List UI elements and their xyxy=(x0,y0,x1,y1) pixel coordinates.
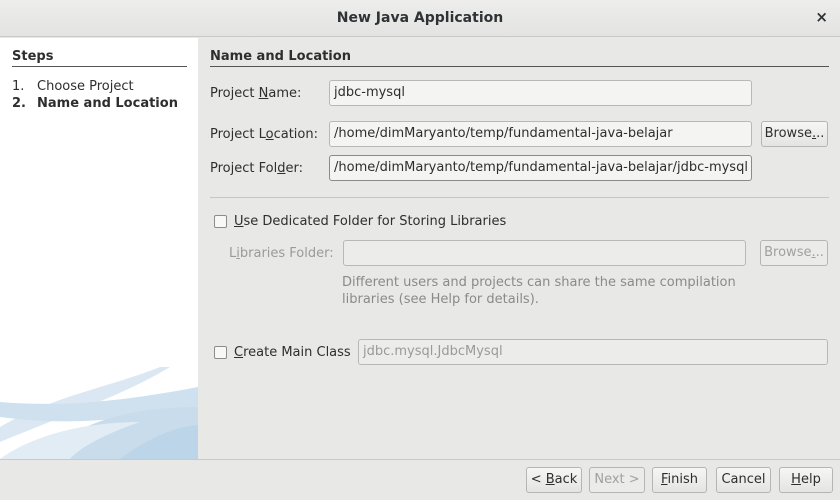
create-main-class-label[interactable]: Create Main Class xyxy=(234,345,351,360)
main-panel: Name and Location Project Name: jdbc-mys… xyxy=(198,38,840,459)
finish-button[interactable]: Finish xyxy=(652,467,707,493)
libraries-folder-label: Libraries Folder: xyxy=(229,246,334,261)
help-button[interactable]: Help xyxy=(779,467,833,493)
libraries-hint-line2: libraries (see Help for details). xyxy=(342,292,539,307)
title-bar: New Java Application × xyxy=(0,0,840,37)
project-folder-label: Project Folder: xyxy=(210,161,303,176)
create-main-class-checkbox[interactable] xyxy=(214,346,227,359)
close-icon[interactable]: × xyxy=(815,8,828,26)
project-location-input[interactable]: /home/dimMaryanto/temp/fundamental-java-… xyxy=(329,121,752,147)
steps-divider xyxy=(12,66,187,67)
project-name-input[interactable]: jdbc-mysql xyxy=(329,80,752,106)
separator xyxy=(210,197,829,198)
dedicated-folder-checkbox[interactable] xyxy=(214,215,227,228)
step-item-name-location: 2. Name and Location xyxy=(12,96,178,111)
libraries-hint-line1: Different users and projects can share t… xyxy=(342,275,736,290)
window-title: New Java Application xyxy=(336,10,504,26)
main-class-input[interactable]: jdbc.mysql.JdbcMysql xyxy=(358,339,828,365)
project-location-label: Project Location: xyxy=(210,127,318,142)
libraries-folder-input[interactable] xyxy=(343,240,746,266)
section-divider xyxy=(210,66,829,67)
step-item-choose-project: 1. Choose Project xyxy=(12,79,134,94)
steps-header: Steps xyxy=(12,49,54,64)
section-title: Name and Location xyxy=(210,49,351,64)
browse-location-button[interactable]: Browse... xyxy=(761,121,828,147)
project-folder-input[interactable]: /home/dimMaryanto/temp/fundamental-java-… xyxy=(329,155,752,181)
dedicated-folder-label[interactable]: Use Dedicated Folder for Storing Librari… xyxy=(234,214,506,229)
wizard-decoration-graphic xyxy=(0,367,198,459)
cancel-button[interactable]: Cancel xyxy=(716,467,771,493)
back-button[interactable]: < Back xyxy=(526,467,582,493)
next-button[interactable]: Next > xyxy=(589,467,645,493)
project-name-label: Project Name: xyxy=(210,86,302,101)
button-bar: < Back Next > Finish Cancel Help xyxy=(0,459,840,500)
browse-libraries-button[interactable]: Browse... xyxy=(760,240,828,266)
steps-panel: Steps 1. Choose Project 2. Name and Locati… xyxy=(0,38,198,459)
